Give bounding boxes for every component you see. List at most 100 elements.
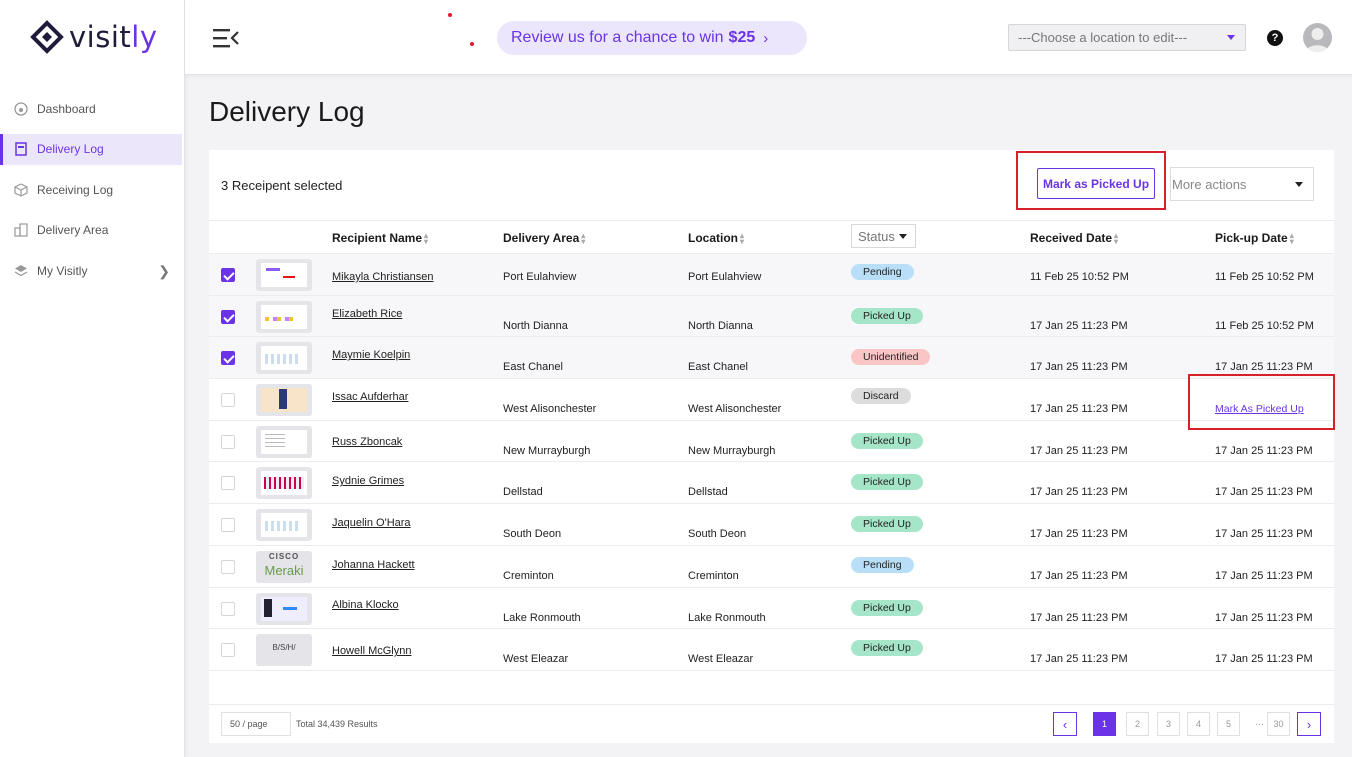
recipient-name-link[interactable]: Albina Klocko bbox=[332, 599, 399, 611]
table-row: B/S/H/Howell McGlynn West Eleazar West Ele… bbox=[209, 629, 1334, 671]
mark-as-picked-up-button[interactable]: Mark as Picked Up bbox=[1037, 168, 1155, 199]
page-1-button[interactable]: 1 bbox=[1093, 712, 1116, 736]
row-checkbox[interactable] bbox=[221, 268, 235, 282]
meraki-text: Meraki bbox=[264, 562, 304, 578]
recipient-name-link[interactable]: Howell McGlynn bbox=[332, 645, 411, 657]
sidebar-item-delivery-area[interactable]: Delivery Area bbox=[0, 215, 184, 246]
promo-amount: $25 bbox=[728, 29, 756, 46]
user-icon bbox=[1306, 28, 1329, 52]
sidebar-item-dashboard[interactable]: Dashboard bbox=[0, 93, 184, 124]
sidebar-item-label: My Visitly bbox=[37, 263, 88, 278]
column-delivery-area[interactable]: Delivery Area ▴ ▾ bbox=[503, 231, 585, 245]
page-3-button[interactable]: 3 bbox=[1157, 712, 1180, 736]
page-30-button[interactable]: 30 bbox=[1267, 712, 1290, 736]
delivery-area-cell: New Murrayburgh bbox=[503, 444, 591, 457]
recipient-name-link[interactable]: Issac Aufderhar bbox=[332, 391, 408, 403]
sort-icon: ▴ ▾ bbox=[1289, 230, 1294, 246]
package-thumbnail[interactable] bbox=[256, 467, 312, 500]
location-cell: East Chanel bbox=[688, 361, 748, 374]
row-checkbox[interactable] bbox=[221, 559, 235, 574]
received-date-cell: 17 Jan 25 11:23 PM bbox=[1030, 361, 1128, 374]
box-icon bbox=[14, 182, 28, 197]
column-location[interactable]: Location ▴ ▾ bbox=[688, 231, 744, 245]
chevron-right-icon[interactable]: ❯ bbox=[158, 263, 170, 280]
received-date-cell: 17 Jan 25 11:23 PM bbox=[1030, 569, 1128, 582]
status-badge: Picked Up bbox=[851, 599, 923, 616]
received-date-cell: 17 Jan 25 11:23 PM bbox=[1030, 319, 1128, 332]
package-thumbnail[interactable] bbox=[256, 509, 312, 542]
book-icon bbox=[14, 142, 28, 156]
sidebar-item-my-visitly[interactable]: My Visitly ❯ bbox=[0, 255, 184, 286]
pickup-date-cell: 17 Jan 25 11:23 PM bbox=[1215, 528, 1313, 541]
recipient-name-link[interactable]: Elizabeth Rice bbox=[332, 308, 402, 320]
package-thumbnail[interactable] bbox=[256, 384, 312, 417]
visitly-logo[interactable]: visitly bbox=[30, 20, 158, 54]
highlight-box bbox=[1188, 374, 1335, 430]
status-badge: Unidentified bbox=[851, 349, 931, 366]
location-cell: Dellstad bbox=[688, 486, 728, 499]
location-select-value: ---Choose a location to edit--- bbox=[1018, 30, 1188, 45]
table-row: Issac Aufderhar West Alisonchester West Al… bbox=[209, 379, 1334, 421]
review-promo-banner[interactable]: Review us for a chance to win $25 › bbox=[497, 21, 807, 55]
total-results: Total 34,439 Results bbox=[296, 719, 378, 729]
package-thumbnail[interactable] bbox=[256, 592, 312, 625]
row-checkbox[interactable] bbox=[221, 351, 235, 366]
status-filter-dropdown[interactable]: Status bbox=[851, 224, 916, 248]
page-size-select[interactable]: 50 / page bbox=[221, 712, 291, 736]
menu-collapse-icon[interactable] bbox=[213, 28, 239, 48]
chevron-right-icon[interactable]: › bbox=[1297, 712, 1321, 736]
pickup-date-cell: 11 Feb 25 10:52 PM bbox=[1215, 271, 1314, 283]
package-thumbnail[interactable]: B/S/H/ bbox=[256, 634, 312, 667]
chevron-left-icon[interactable]: ‹ bbox=[1053, 712, 1077, 736]
sort-icon: ▴ ▾ bbox=[424, 230, 429, 246]
cisco-text: CISCO bbox=[268, 551, 300, 561]
page-5-button[interactable]: 5 bbox=[1217, 712, 1240, 736]
recipient-name-link[interactable]: Maymie Koelpin bbox=[332, 349, 410, 361]
help-icon[interactable]: ? bbox=[1267, 30, 1283, 46]
user-avatar[interactable] bbox=[1303, 23, 1332, 52]
row-checkbox[interactable] bbox=[221, 393, 235, 408]
received-date-cell: 17 Jan 25 11:23 PM bbox=[1030, 486, 1128, 499]
visitly-logo-icon bbox=[30, 20, 64, 54]
delivery-area-cell: Lake Ronmouth bbox=[503, 611, 581, 624]
location-select[interactable]: ---Choose a location to edit--- bbox=[1008, 24, 1246, 51]
more-actions-dropdown[interactable]: More actions bbox=[1170, 167, 1314, 201]
row-checkbox[interactable] bbox=[221, 476, 235, 491]
column-pickup-date[interactable]: Pick-up Date ▴ ▾ bbox=[1215, 231, 1294, 245]
received-date-cell: 17 Jan 25 11:23 PM bbox=[1030, 611, 1128, 624]
package-thumbnail[interactable] bbox=[256, 425, 312, 458]
table-header: Recipient Name ▴ ▾ Delivery Area ▴ ▾ Locatio… bbox=[209, 220, 1334, 254]
column-received-date[interactable]: Received Date ▴ ▾ bbox=[1030, 231, 1118, 245]
recipient-name-link[interactable]: Johanna Hackett bbox=[332, 559, 415, 571]
location-cell: West Eleazar bbox=[688, 653, 754, 666]
delivery-log-card: 3 Receipent selected Mark as Picked Up M… bbox=[209, 150, 1335, 743]
sidebar-item-receiving-log[interactable]: Receiving Log bbox=[0, 174, 184, 205]
package-thumbnail[interactable] bbox=[256, 259, 312, 291]
received-date-cell: 17 Jan 25 11:23 PM bbox=[1030, 528, 1128, 541]
sidebar-nav: Dashboard Delivery Log Receiving Log Delive… bbox=[0, 93, 184, 296]
recipient-name-link[interactable]: Sydnie Grimes bbox=[332, 475, 404, 487]
recipient-name-link[interactable]: Russ Zboncak bbox=[332, 436, 402, 448]
row-checkbox[interactable] bbox=[221, 309, 235, 324]
row-checkbox[interactable] bbox=[221, 643, 235, 658]
dashboard-icon bbox=[14, 101, 28, 116]
package-thumbnail[interactable] bbox=[256, 342, 312, 375]
sidebar-item-delivery-log[interactable]: Delivery Log bbox=[0, 133, 182, 165]
package-thumbnail[interactable]: CISCO Meraki bbox=[256, 550, 312, 583]
pagination-bar: 50 / page Total 34,439 Results ‹ 1 2 3 4 5 ···… bbox=[209, 704, 1334, 743]
package-thumbnail[interactable] bbox=[256, 300, 312, 333]
row-checkbox[interactable] bbox=[221, 601, 235, 616]
promo-text: Review us for a chance to win bbox=[511, 29, 724, 46]
table-row: Albina Klocko Lake Ronmouth Lake Ronmouth P… bbox=[209, 588, 1334, 630]
page-4-button[interactable]: 4 bbox=[1187, 712, 1210, 736]
recipient-name-link[interactable]: Mikayla Christiansen bbox=[332, 271, 433, 283]
page-2-button[interactable]: 2 bbox=[1126, 712, 1149, 736]
layers-icon bbox=[14, 264, 28, 278]
row-checkbox[interactable] bbox=[221, 434, 235, 449]
sidebar-item-label: Dashboard bbox=[37, 101, 96, 116]
recipient-name-link[interactable]: Jaquelin O'Hara bbox=[332, 517, 411, 529]
status-badge: Pending bbox=[851, 264, 914, 280]
row-checkbox[interactable] bbox=[221, 518, 235, 533]
column-recipient-name[interactable]: Recipient Name ▴ ▾ bbox=[332, 231, 428, 245]
bsh-text: B/S/H/ bbox=[272, 643, 296, 653]
